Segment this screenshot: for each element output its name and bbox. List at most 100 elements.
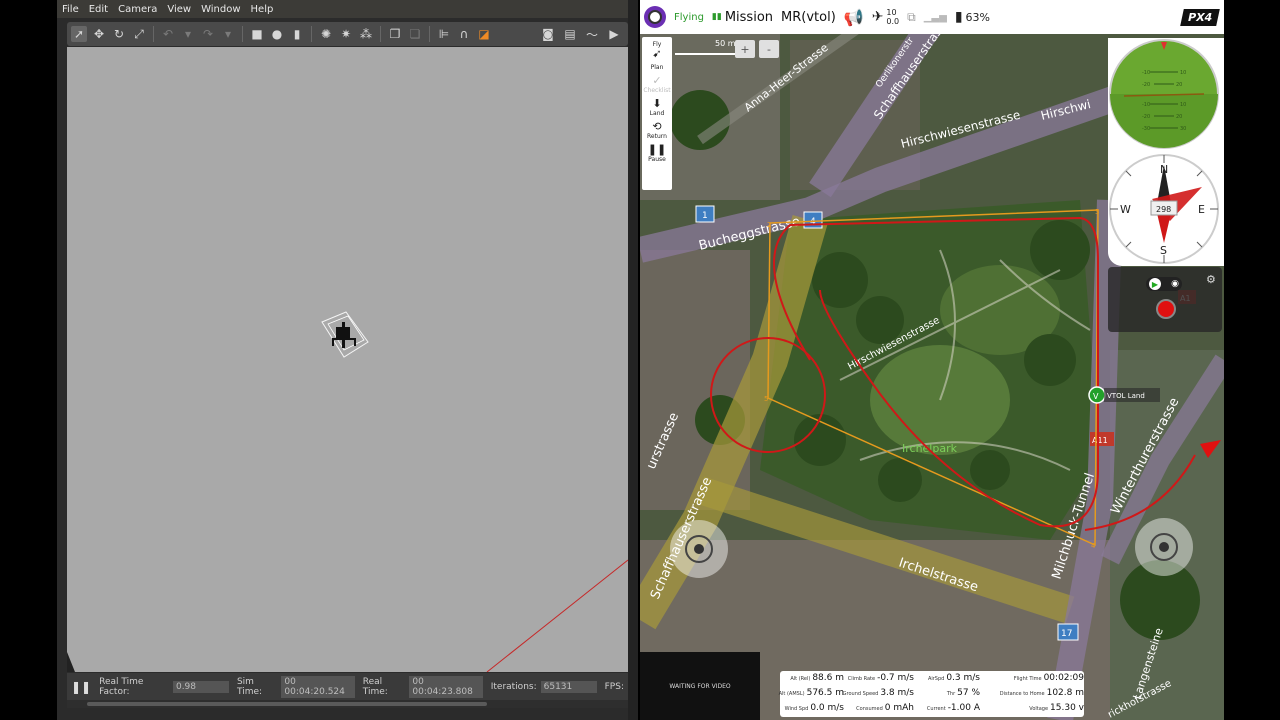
undo-icon[interactable]: ↶: [160, 26, 176, 42]
real-time-factor-value: 0.98: [172, 680, 229, 693]
rotate-mode-icon[interactable]: ↻: [111, 26, 127, 42]
gazebo-menubar: File Edit Camera View Window Help: [57, 0, 638, 18]
telemetry-value: 00:02:09: [1043, 673, 1084, 683]
box-shape-icon[interactable]: ■: [249, 26, 265, 42]
splitter-handle[interactable]: [628, 0, 638, 720]
gazebo-toolbar: ➚ ✥ ↻ ⤢ ↶ ▾ ↷ ▾ ■ ● ▮ ✺ ✷ ⁂ ❐ ❏ ⊫ ∩ ◪ ◙ …: [67, 22, 628, 46]
rc-rssi-icon[interactable]: ⧉: [907, 10, 916, 25]
ground-edge-shadow: [67, 652, 75, 672]
scrollbar-thumb[interactable]: [87, 702, 487, 706]
battery-indicator[interactable]: ▮ 63%: [955, 9, 990, 25]
right-virtual-joystick[interactable]: [1135, 518, 1193, 576]
joystick-thumb[interactable]: [685, 535, 713, 563]
telemetry-voltage: Voltage 15.30 v: [984, 703, 1088, 718]
pause-tool-label: Pause: [648, 156, 666, 163]
pause-icon[interactable]: ❚❚: [71, 680, 91, 694]
menu-camera[interactable]: Camera: [113, 4, 162, 15]
telemetry-distance-home: Distance to Home 102.8 m: [984, 688, 1088, 703]
drone-model: [321, 311, 369, 358]
telemetry-value: -0.7 m/s: [877, 673, 914, 683]
camera-panel: ▶ ◉ ⚙: [1108, 267, 1222, 332]
snap-icon[interactable]: ∩: [456, 26, 472, 42]
red-path-line: [486, 559, 628, 672]
sphere-shape-icon[interactable]: ●: [269, 26, 285, 42]
telemetry-current: Current -1.00 A: [918, 703, 984, 718]
tool-checklist[interactable]: ✓ Checklist: [643, 75, 670, 95]
gazebo-3d-viewport[interactable]: [67, 47, 628, 672]
video-preview[interactable]: WAITING FOR VIDEO: [640, 652, 760, 720]
record-button[interactable]: [1156, 299, 1176, 319]
menu-edit[interactable]: Edit: [84, 4, 113, 15]
flight-mode-selector[interactable]: ▮▮ Mission: [712, 10, 773, 25]
attitude-tick: -10: [1142, 70, 1150, 76]
road-badge-a11: A11: [1090, 432, 1114, 446]
tool-fly[interactable]: Fly ➹: [652, 41, 661, 60]
menu-help[interactable]: Help: [246, 4, 279, 15]
park-label-irchelpark: Irchelpark: [902, 442, 958, 455]
gear-icon[interactable]: ⚙: [1206, 273, 1216, 286]
iterations-label: Iterations:: [490, 681, 537, 692]
megaphone-icon[interactable]: 📢: [844, 8, 864, 27]
plot-icon[interactable]: 〜: [584, 26, 600, 42]
video-record-icon[interactable]: ▶: [606, 26, 622, 42]
tool-pause[interactable]: ❚❚ Pause: [648, 144, 666, 164]
spot-light-icon[interactable]: ✷: [338, 26, 354, 42]
screenshot-icon[interactable]: ◙: [540, 26, 556, 42]
point-light-icon[interactable]: ✺: [318, 26, 334, 42]
tool-land[interactable]: ⬇ Land: [650, 98, 665, 118]
qgc-toolbar: Flying ▮▮ Mission MR(vtol) 📢 ✈ 10 0.0 ⧉ ▁…: [640, 0, 1224, 34]
telemetry-label: Distance to Home: [999, 691, 1045, 697]
align-icon[interactable]: ⊫: [436, 26, 452, 42]
redo-dropdown-icon[interactable]: ▾: [220, 26, 236, 42]
gazebo-scrollbar[interactable]: [67, 700, 628, 708]
telemetry-label: Thr: [946, 691, 956, 697]
attitude-tick: -10: [1142, 102, 1150, 108]
gps-indicator[interactable]: ✈ 10 0.0: [872, 8, 899, 26]
qgc-logo-icon[interactable]: [644, 6, 666, 28]
map-scale-bar: [675, 53, 735, 55]
drone-leg-left: [332, 338, 334, 346]
waypoint-label: 3: [1095, 208, 1099, 216]
gazebo-right-tools: ◙ ▤ 〜 ▶: [540, 26, 628, 42]
change-view-icon[interactable]: ◪: [476, 26, 492, 42]
scale-mode-icon[interactable]: ⤢: [131, 26, 147, 42]
toolbar-divider: [429, 26, 430, 42]
zoom-out-button[interactable]: -: [759, 40, 779, 58]
redo-icon[interactable]: ↷: [200, 26, 216, 42]
directional-light-icon[interactable]: ⁂: [358, 26, 374, 42]
log-icon[interactable]: ▤: [562, 26, 578, 42]
attitude-tick: -20: [1142, 114, 1150, 120]
telemetry-ground-speed: Ground Speed 3.8 m/s: [843, 688, 918, 703]
camera-mode-toggle[interactable]: ▶ ◉: [1146, 277, 1182, 291]
fps-label: FPS:: [604, 681, 624, 692]
joystick-thumb[interactable]: [1150, 533, 1178, 561]
menu-file[interactable]: File: [57, 4, 84, 15]
select-mode-icon[interactable]: ➚: [71, 26, 87, 42]
heading-value: 298: [1156, 205, 1171, 214]
telemetry-panel[interactable]: Alt (Rel) 88.6 m Climb Rate -0.7 m/s AirSp…: [779, 671, 1084, 718]
tool-plan[interactable]: Plan: [651, 64, 664, 71]
cylinder-shape-icon[interactable]: ▮: [289, 26, 305, 42]
telemetry-climb-rate: Climb Rate -0.7 m/s: [848, 673, 918, 688]
battery-icon: ▮: [954, 9, 963, 25]
undo-dropdown-icon[interactable]: ▾: [180, 26, 196, 42]
signal-strength-icon[interactable]: ▁▃▅: [924, 12, 947, 23]
vtol-marker-letter: V: [1093, 392, 1099, 401]
translate-mode-icon[interactable]: ✥: [91, 26, 107, 42]
sim-time-value: 00 00:04:20.524: [281, 675, 355, 698]
vehicle-type[interactable]: MR(vtol): [781, 10, 836, 25]
zoom-in-button[interactable]: +: [735, 40, 755, 58]
tool-return[interactable]: ⟲ Return: [647, 121, 667, 141]
telemetry-label: Flight Time: [1013, 676, 1042, 682]
instrument-panel: -10 10 -20 20 -10 10 -20 20 -30 30 S E W…: [1108, 38, 1224, 266]
paste-icon[interactable]: ❏: [407, 26, 423, 42]
gps-hdop: 0.0: [886, 17, 900, 26]
attitude-tick: 30: [1180, 126, 1186, 132]
left-virtual-joystick[interactable]: [670, 520, 728, 578]
telemetry-alt-rel: Alt (Rel) 88.6 m: [784, 673, 848, 688]
menu-view[interactable]: View: [162, 4, 196, 15]
drone-mast: [342, 322, 345, 348]
menu-window[interactable]: Window: [196, 4, 245, 15]
copy-icon[interactable]: ❐: [387, 26, 403, 42]
battery-percent: 63%: [965, 10, 990, 24]
